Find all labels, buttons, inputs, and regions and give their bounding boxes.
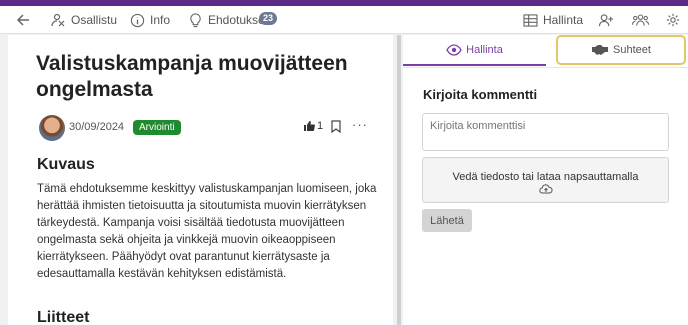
nav-info[interactable]: Info — [130, 6, 170, 34]
attachments-heading: Liitteet — [37, 309, 90, 325]
proposal-title: Valistuskampanja muovijätteen ongelmasta — [36, 52, 348, 101]
nav-ehdotukset[interactable]: Ehdotukset — [188, 6, 268, 34]
add-user-button[interactable] — [598, 6, 614, 34]
participate-icon — [51, 13, 65, 27]
tab-hallinta[interactable]: Hallinta — [403, 35, 546, 66]
proposals-count-badge: 23 — [259, 12, 278, 25]
proposal-date: 30/09/2024 — [69, 121, 125, 133]
comment-input[interactable] — [422, 113, 669, 151]
side-tabs: Hallinta Suhteet — [403, 35, 688, 68]
proposal-panel: Valistuskampanja muovijätteen ongelmasta… — [8, 35, 393, 325]
nav-osallistu-label: Osallistu — [71, 13, 118, 27]
hallinta-label: Hallinta — [543, 13, 584, 27]
author-avatar[interactable] — [39, 115, 65, 141]
more-options-icon[interactable]: ··· — [352, 117, 368, 132]
back-button[interactable] — [15, 6, 31, 34]
status-badge: Arviointi — [133, 120, 181, 135]
upload-text: Vedä tiedosto tai lataa napsauttamalla — [452, 171, 639, 183]
panel-divider[interactable] — [397, 35, 401, 325]
add-user-icon — [598, 13, 614, 26]
lightbulb-icon — [190, 13, 201, 28]
eye-icon — [446, 43, 462, 56]
tab-suhteet[interactable]: Suhteet — [556, 35, 686, 65]
info-icon — [130, 13, 145, 27]
send-button[interactable]: Lähetä — [422, 209, 472, 232]
nav-osallistu[interactable]: Osallistu — [50, 6, 117, 34]
top-navigation: Osallistu Info Ehdotukset 23 Hallinta — [0, 6, 688, 34]
description-text: Tämä ehdotuksemme keskittyy valistuskamp… — [37, 183, 377, 280]
proposal-meta: 30/09/2024 Arviointi 1 ··· — [39, 115, 369, 143]
back-arrow-icon — [16, 14, 29, 26]
thumbs-up-icon — [304, 121, 315, 131]
description-heading: Kuvaus — [37, 156, 95, 173]
comment-heading: Kirjoita kommentti — [423, 87, 538, 102]
like-count: 1 — [317, 120, 324, 132]
file-upload-dropzone[interactable]: Vedä tiedosto tai lataa napsauttamalla — [422, 157, 669, 203]
table-icon — [523, 13, 538, 27]
bookmark-icon[interactable] — [331, 120, 341, 133]
hallinta-button[interactable]: Hallinta — [523, 6, 583, 34]
group-icon — [632, 14, 649, 26]
handshake-icon — [592, 45, 609, 55]
tab-suhteet-label: Suhteet — [613, 44, 651, 56]
side-panel: Hallinta Suhteet Kirjoita kommentti Vedä… — [403, 35, 688, 325]
nav-info-label: Info — [150, 13, 171, 27]
settings-button[interactable] — [666, 6, 680, 34]
group-button[interactable] — [632, 6, 649, 34]
cloud-upload-icon — [538, 184, 553, 194]
like-button[interactable]: 1 — [303, 120, 323, 132]
gear-icon — [666, 13, 680, 27]
tab-hallinta-label: Hallinta — [466, 43, 503, 56]
